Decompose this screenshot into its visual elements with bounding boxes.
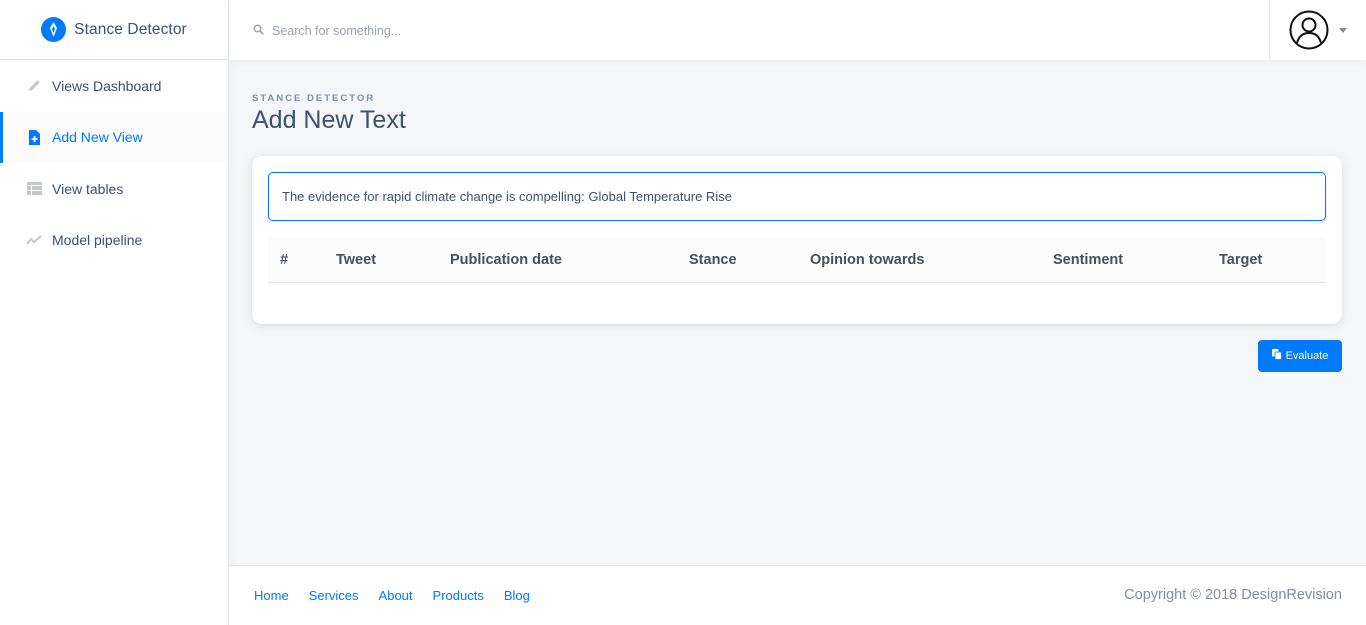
- note-add-icon: [26, 129, 42, 145]
- user-menu[interactable]: [1269, 0, 1366, 60]
- pencil-icon: [26, 78, 42, 94]
- page-title: Add New Text: [252, 106, 406, 134]
- flame-icon: [41, 17, 67, 42]
- results-table: # Tweet Publication date Stance Opinion …: [268, 237, 1326, 283]
- column-header-publication-date: Publication date: [450, 252, 562, 268]
- copyright-text: Copyright © 2018 DesignRevision: [1124, 587, 1342, 603]
- table-icon: [26, 181, 42, 197]
- sidebar-item-label: View tables: [52, 180, 124, 197]
- search-icon: [253, 22, 264, 40]
- column-header-stance: Stance: [689, 252, 737, 268]
- brand[interactable]: Stance Detector: [0, 0, 228, 60]
- text-input[interactable]: [268, 172, 1326, 221]
- chart-line-icon: [26, 232, 42, 248]
- top-navbar: [229, 0, 1366, 60]
- main-content: Stance Detector Add New Text # Tweet Pub…: [229, 60, 1366, 565]
- sidebar-item-label: Model pipeline: [52, 232, 143, 249]
- evaluate-label: Evaluate: [1285, 350, 1329, 362]
- footer: Home Services About Products Blog Copyri…: [229, 565, 1366, 625]
- footer-link-products[interactable]: Products: [433, 588, 484, 603]
- caret-down-icon[interactable]: [1339, 27, 1347, 33]
- copy-icon: [1271, 349, 1282, 363]
- table-header: # Tweet Publication date Stance Opinion …: [268, 237, 1326, 283]
- brand-name: Stance Detector: [74, 20, 187, 38]
- footer-link-home[interactable]: Home: [254, 588, 289, 603]
- column-header-tweet: Tweet: [336, 252, 377, 268]
- sidebar-item-model-pipeline[interactable]: Model pipeline: [0, 215, 228, 267]
- search-input[interactable]: [272, 24, 672, 38]
- text-card: # Tweet Publication date Stance Opinion …: [252, 156, 1342, 324]
- evaluate-button[interactable]: Evaluate: [1258, 340, 1342, 372]
- sidebar-item-label: Add New View: [52, 129, 143, 146]
- column-header-target: Target: [1219, 252, 1263, 268]
- sidebar: Stance Detector Views Dashboard Add New …: [0, 0, 229, 625]
- sidebar-item-label: Views Dashboard: [52, 77, 162, 94]
- footer-link-services[interactable]: Services: [309, 588, 359, 603]
- page-subtitle: Stance Detector: [252, 93, 376, 104]
- user-avatar-icon[interactable]: [1289, 10, 1329, 50]
- column-header-number: #: [280, 252, 289, 268]
- footer-nav: Home Services About Products Blog: [254, 588, 530, 603]
- sidebar-item-add-new-view[interactable]: Add New View: [0, 111, 228, 163]
- column-header-sentiment: Sentiment: [1053, 252, 1124, 268]
- footer-link-blog[interactable]: Blog: [504, 588, 530, 603]
- footer-link-about[interactable]: About: [379, 588, 413, 603]
- sidebar-item-views-dashboard[interactable]: Views Dashboard: [0, 60, 228, 112]
- sidebar-item-view-tables[interactable]: View tables: [0, 163, 228, 215]
- sidebar-nav: Views Dashboard Add New View View tables…: [0, 60, 228, 266]
- search-bar: [253, 22, 672, 40]
- column-header-opinion-towards: Opinion towards: [810, 252, 925, 268]
